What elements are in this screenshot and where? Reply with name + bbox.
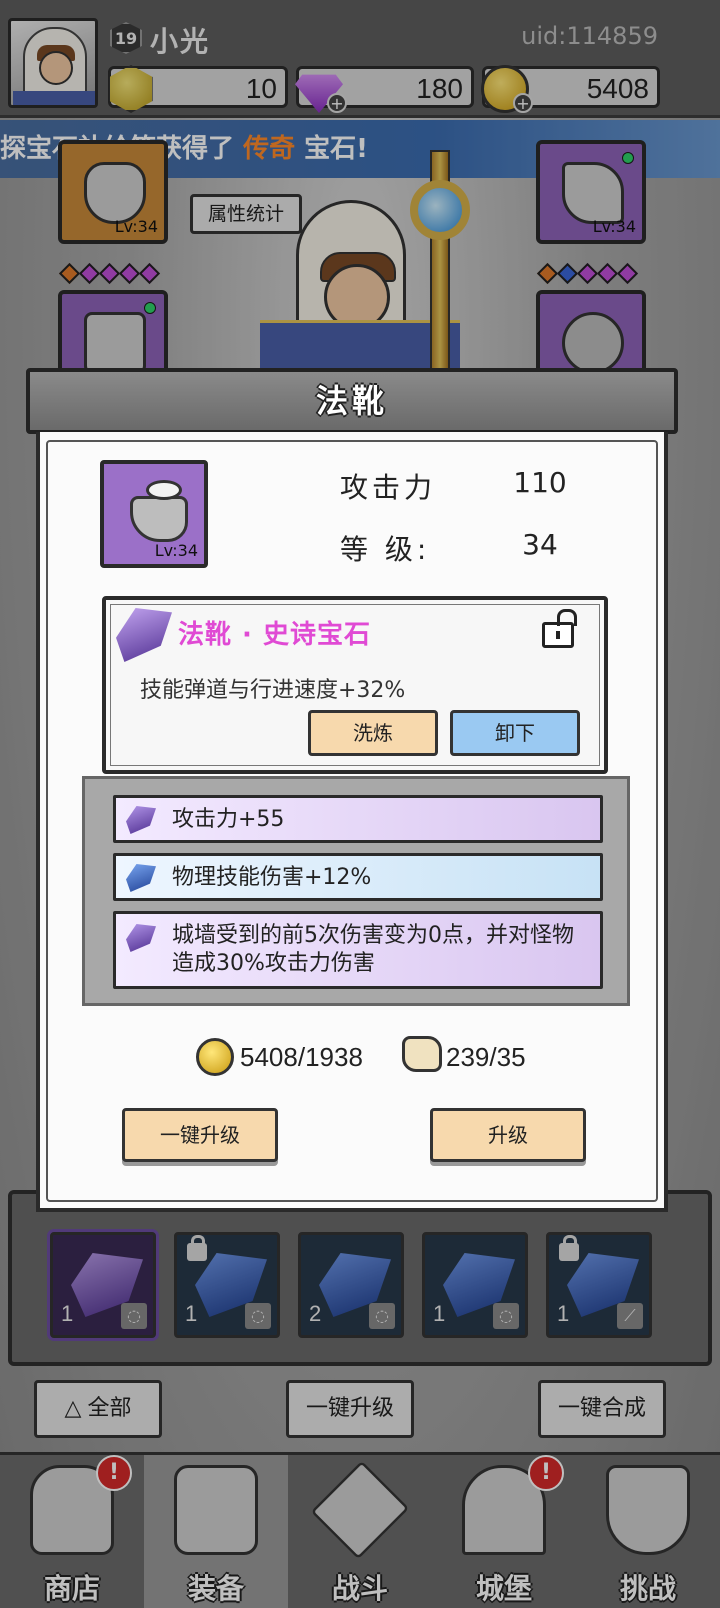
attribute-text: 物理技能伤害+12% <box>172 865 372 890</box>
epic-gem-icon <box>116 608 172 662</box>
modal-title: 法靴 <box>26 368 678 434</box>
attributes-panel: 攻击力+55 物理技能伤害+12% 城墙受到的前5次伤害变为0点，并对怪物造成3… <box>82 776 630 1006</box>
stat-value: 110 <box>513 466 567 499</box>
stat-label: 攻击力 <box>340 471 437 504</box>
gold-cost-value: 5408/1938 <box>240 1042 363 1072</box>
coin-icon <box>196 1038 234 1076</box>
item-detail-modal: 法靴 Lv:34 攻击力 110 等 级: 34 法靴 · 史诗宝石 技能弹道与… <box>26 368 678 1212</box>
purple-gem-icon <box>126 806 156 834</box>
scroll-cost-value: 239/35 <box>446 1042 526 1072</box>
stat-value: 34 <box>522 528 558 561</box>
item-level-badge: Lv:34 <box>154 541 198 560</box>
attribute-row: 攻击力+55 <box>113 795 603 843</box>
gem-description: 技能弹道与行进速度+32% <box>140 678 406 703</box>
gem-title: 法靴 · 史诗宝石 <box>178 620 371 650</box>
attribute-row: 城墙受到的前5次伤害变为0点，并对怪物造成30%攻击力伤害 <box>113 911 603 989</box>
attribute-text: 攻击力+55 <box>172 807 285 832</box>
reroll-button[interactable]: 洗炼 <box>308 710 438 756</box>
scroll-icon <box>402 1036 442 1072</box>
unlock-icon[interactable] <box>542 609 577 648</box>
attribute-text: 城墙受到的前5次伤害变为0点，并对怪物造成30%攻击力伤害 <box>172 923 574 976</box>
one-click-upgrade-button[interactable]: 一键升级 <box>122 1108 278 1162</box>
boot-icon <box>124 480 194 542</box>
equipped-gem-card: 法靴 · 史诗宝石 技能弹道与行进速度+32% 洗炼 卸下 <box>102 596 608 774</box>
upgrade-button[interactable]: 升级 <box>430 1108 586 1162</box>
blue-gem-icon <box>126 864 156 892</box>
remove-gem-button[interactable]: 卸下 <box>450 710 580 756</box>
purple-gem-icon <box>126 924 156 952</box>
modal-body: Lv:34 攻击力 110 等 级: 34 法靴 · 史诗宝石 技能弹道与行进速… <box>36 432 668 1212</box>
stat-label: 等 级: <box>340 533 431 566</box>
item-icon: Lv:34 <box>100 460 208 568</box>
attribute-row: 物理技能伤害+12% <box>113 853 603 901</box>
